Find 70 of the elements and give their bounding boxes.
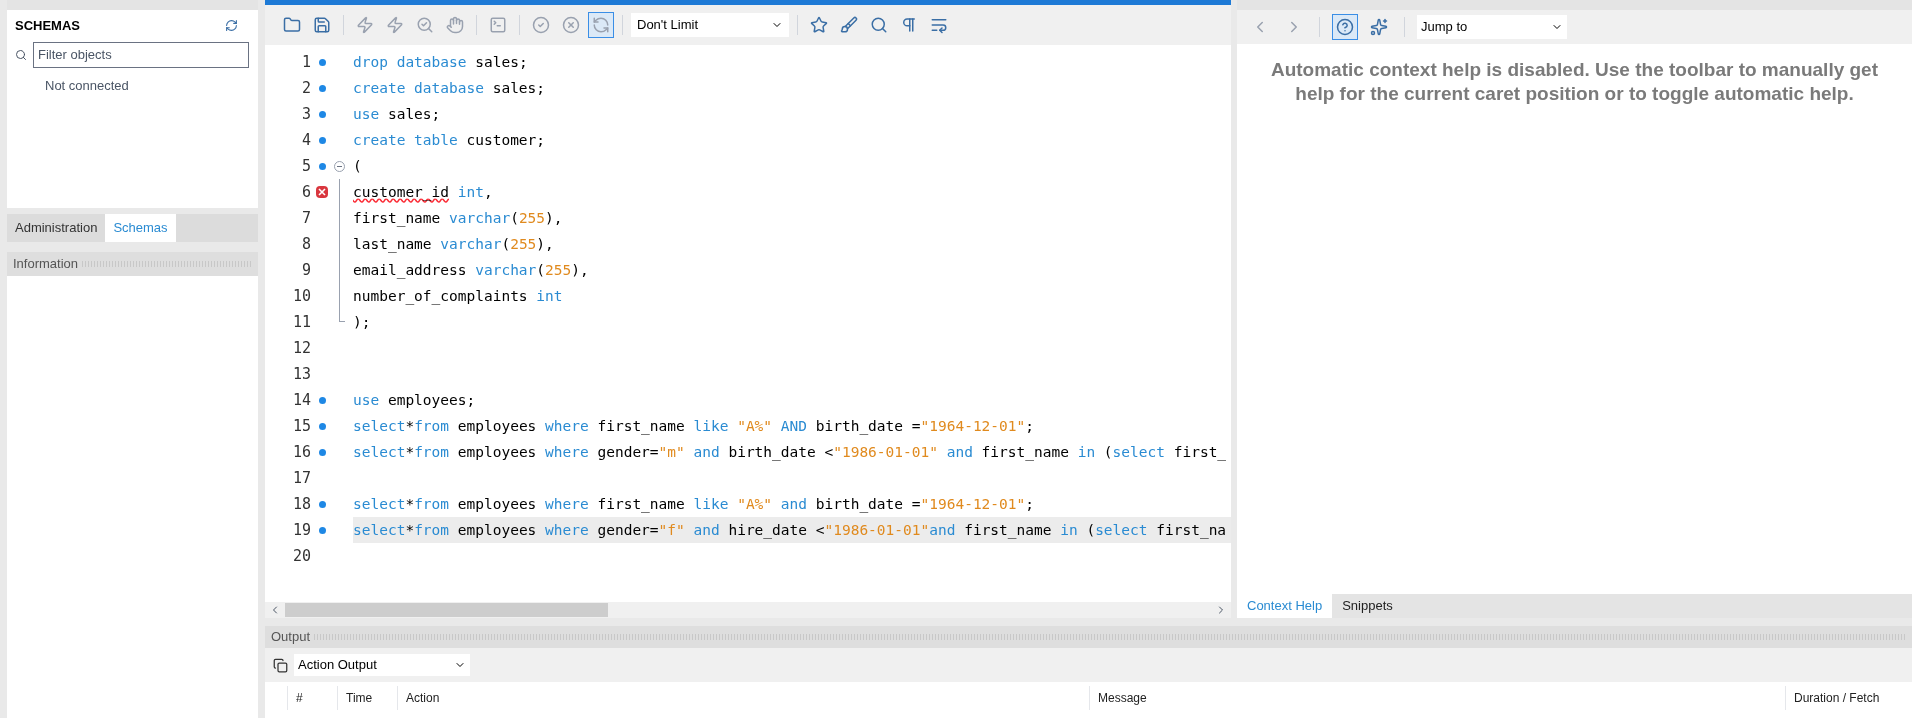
cancel-icon (562, 16, 580, 34)
line-number: 9 (300, 259, 311, 281)
search-icon (15, 48, 27, 61)
check-icon (532, 16, 550, 34)
column-header[interactable]: Message (1089, 686, 1785, 710)
line-number: 19 (291, 519, 311, 541)
filter-field[interactable]: Filter objects (33, 41, 249, 68)
line-number: 16 (291, 441, 311, 463)
code-line: ); (353, 313, 371, 332)
refresh-icon[interactable] (225, 19, 238, 33)
code-line: select*from employees where gender="f" and hire_date <"1986-01-01"and first_name in (select first_na (353, 521, 1227, 541)
code-line: use employees; (353, 391, 476, 410)
code-line: use sales; (353, 105, 441, 124)
code-line: create database sales; (353, 79, 546, 98)
jump-dropdown[interactable]: Jump to (1417, 15, 1567, 39)
code-line: drop database sales; (353, 53, 528, 72)
help-button[interactable] (1332, 14, 1358, 40)
star-icon (810, 16, 828, 34)
magnifier-icon (416, 16, 434, 34)
line-number: 7 (300, 207, 311, 229)
code-line: customer_id int, (353, 183, 493, 203)
line-number: 10 (291, 285, 311, 307)
column-header[interactable]: Action (397, 686, 1089, 710)
code-line: ( (353, 157, 362, 176)
code-line: email_address varchar(255), (353, 261, 589, 281)
limit-dropdown[interactable]: Don't Limit (631, 13, 789, 37)
line-number: 6 (300, 181, 311, 203)
wrap-icon (930, 16, 948, 34)
line-number: 13 (291, 363, 311, 385)
code-line: last_name varchar(255), (353, 235, 554, 255)
line-number: 17 (291, 467, 311, 489)
search-icon (870, 16, 888, 34)
panel-title: Information (13, 255, 79, 274)
pilcrow-icon (900, 16, 918, 34)
line-number: 15 (291, 415, 311, 437)
column-header[interactable]: Time (337, 686, 397, 710)
line-number: 8 (300, 233, 311, 255)
status-text: Not connected (45, 76, 130, 95)
line-number: 11 (291, 311, 311, 333)
line-number: 3 (300, 103, 311, 125)
line-number: 14 (291, 389, 311, 411)
code-line: create table customer; (353, 131, 546, 150)
line-number: 4 (300, 129, 311, 151)
code-line: select*from employees where first_name like "A%" AND birth_date ="1964-12-01"; (353, 417, 1034, 437)
column-header[interactable]: Duration / Fetch (1785, 686, 1912, 710)
line-number: 5 (300, 155, 311, 177)
horizontal-scrollbar[interactable] (265, 602, 1231, 618)
line-number: 1 (300, 51, 311, 73)
column-header[interactable]: # (287, 686, 337, 710)
folder-icon (283, 16, 301, 34)
panel-tab[interactable]: Context Help (1237, 594, 1333, 618)
panel-tab[interactable]: Snippets (1332, 594, 1403, 618)
line-number: 18 (291, 493, 311, 515)
code-line: select*from employees where gender="m" and birth_date <"1986-01-01" and first_name in (select first_ (353, 443, 1227, 463)
line-number: 20 (291, 545, 311, 567)
output-mode-dropdown[interactable]: Action Output (294, 654, 470, 676)
lightning-icon (356, 16, 374, 34)
help-message: Automatic context help is disabled. Use the toolbar to manually get help for the current caret position or to toggle automatic help. (1269, 58, 1879, 106)
line-number: 12 (291, 337, 311, 359)
code-line: number_of_complaints int (353, 287, 563, 307)
copy-icon[interactable] (273, 657, 288, 673)
line-number: 2 (300, 77, 311, 99)
panel-tab[interactable]: Schemas (105, 214, 176, 242)
panel-title: Output (271, 628, 311, 647)
scroll-thumb[interactable] (285, 603, 608, 617)
panel-title: SCHEMAS (15, 17, 80, 35)
save-icon (313, 16, 331, 34)
code-line: first_name varchar(255), (353, 209, 563, 229)
help-icon (1336, 18, 1354, 36)
code-line: select*from employees where first_name like "A%" and birth_date ="1964-12-01"; (353, 495, 1034, 515)
